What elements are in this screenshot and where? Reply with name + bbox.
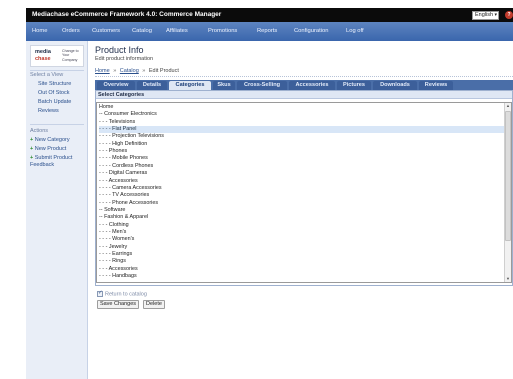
action-submit-product-feedback[interactable]: + Submit Product Feedback bbox=[30, 155, 86, 168]
category-option[interactable]: - - - - Flat Panel bbox=[99, 126, 504, 134]
language-select[interactable]: English ▾ bbox=[472, 11, 499, 20]
checkmark-icon: ✓ bbox=[98, 290, 103, 296]
breadcrumb-home[interactable]: Home bbox=[95, 68, 110, 74]
action-new-category[interactable]: + New Category bbox=[30, 137, 70, 144]
panel-title: Select Categories bbox=[96, 91, 512, 99]
category-option[interactable]: -- Consumer Electronics bbox=[99, 111, 504, 118]
category-option[interactable]: - - - - Camera Accessories bbox=[99, 185, 504, 192]
nav-orders[interactable]: Orders bbox=[62, 28, 80, 34]
category-option[interactable]: - - - - Men's bbox=[99, 229, 504, 236]
nav-customers[interactable]: Customers bbox=[92, 28, 120, 34]
nav-catalog[interactable]: Catalog bbox=[132, 28, 152, 34]
app-header: Mediachase eCommerce Framework 4.0: Comm… bbox=[26, 8, 513, 22]
tab-pictures[interactable]: Pictures bbox=[337, 81, 371, 90]
main-content: Product Info Edit product information Ho… bbox=[89, 41, 513, 379]
category-option[interactable]: -- Software bbox=[99, 207, 504, 214]
listbox-scrollbar[interactable]: ▲ ▼ bbox=[504, 103, 511, 282]
nav-reports[interactable]: Reports bbox=[257, 28, 277, 34]
nav-promotions[interactable]: Promotions bbox=[208, 28, 237, 34]
return-to-catalog[interactable]: ✓ Return to catalog bbox=[97, 290, 147, 298]
tab-cross-selling[interactable]: Cross-Selling bbox=[237, 81, 287, 90]
category-option[interactable]: - - - - Rings bbox=[99, 258, 504, 265]
scroll-up-icon[interactable]: ▲ bbox=[505, 103, 511, 109]
category-option[interactable]: Home bbox=[99, 104, 504, 111]
breadcrumb-separator: » bbox=[142, 68, 146, 74]
actions-heading: Actions bbox=[30, 128, 49, 134]
tab-categories[interactable]: Categories bbox=[169, 81, 211, 90]
logo-word-media: media bbox=[35, 49, 51, 55]
sidebar-divider bbox=[30, 70, 84, 71]
category-option[interactable]: - - - Clothing bbox=[99, 222, 504, 229]
category-option[interactable]: -- Fashion & Apparel bbox=[99, 214, 504, 221]
tab-accessories[interactable]: Accessories bbox=[289, 81, 335, 90]
category-option[interactable]: - - - Accessories bbox=[99, 178, 504, 185]
header-divider bbox=[95, 76, 513, 77]
category-option[interactable]: - - - - High Definition bbox=[99, 141, 504, 148]
breadcrumb-current: Edit Product bbox=[148, 68, 179, 74]
main-navigation: Home Orders Customers Catalog Affiliates… bbox=[26, 22, 513, 41]
sidebar-item-batch-update[interactable]: Batch Update bbox=[38, 99, 71, 105]
category-option[interactable]: - - - - Earrings bbox=[99, 251, 504, 258]
page-subtitle: Edit product information bbox=[95, 56, 154, 62]
category-option[interactable]: - - - - Cordless Phones bbox=[99, 163, 504, 170]
category-option[interactable]: - - - - Phone Accessories bbox=[99, 200, 504, 207]
page-title: Product Info bbox=[95, 45, 144, 55]
return-label: Return to catalog bbox=[105, 291, 147, 298]
company-logo: media chase Change to Your Company bbox=[30, 45, 84, 67]
tab-skus[interactable]: Skus bbox=[213, 81, 235, 90]
tab-reviews[interactable]: Reviews bbox=[419, 81, 453, 90]
plus-icon: + bbox=[30, 137, 34, 143]
tab-bar: Overview Details Categories Skus Cross-S… bbox=[95, 80, 513, 90]
logo-word-chase: chase bbox=[35, 56, 51, 62]
breadcrumb-separator: » bbox=[113, 68, 117, 74]
view-heading: Select a View bbox=[30, 72, 64, 78]
return-checkbox[interactable]: ✓ bbox=[97, 290, 103, 297]
category-option[interactable]: - - - - TV Accessories bbox=[99, 192, 504, 199]
category-option[interactable]: - - - Jewelry bbox=[99, 244, 504, 251]
breadcrumb: Home » Catalog » Edit Product bbox=[95, 68, 179, 74]
plus-icon: + bbox=[30, 146, 34, 152]
nav-log-off[interactable]: Log off bbox=[346, 28, 364, 34]
category-option[interactable]: - - - Accessories bbox=[99, 266, 504, 273]
nav-configuration[interactable]: Configuration bbox=[294, 28, 328, 34]
category-option[interactable]: - - - Phones bbox=[99, 148, 504, 155]
action-new-product[interactable]: + New Product bbox=[30, 146, 66, 153]
categories-listbox[interactable]: Home -- Consumer Electronics - - - Televis… bbox=[96, 102, 512, 283]
category-option[interactable]: - - - - Handbags bbox=[99, 273, 504, 280]
tab-overview[interactable]: Overview bbox=[97, 81, 135, 90]
nav-affiliates[interactable]: Affiliates bbox=[166, 28, 188, 34]
app-title: Mediachase eCommerce Framework 4.0: Comm… bbox=[32, 11, 222, 18]
category-option[interactable]: - - - Televisions bbox=[99, 119, 504, 126]
scroll-down-icon[interactable]: ▼ bbox=[505, 276, 511, 282]
logo-caption: Change to Your Company bbox=[62, 49, 79, 62]
sidebar-item-reviews[interactable]: Reviews bbox=[38, 108, 59, 114]
nav-home[interactable]: Home bbox=[32, 28, 47, 34]
sidebar-divider bbox=[30, 124, 84, 125]
category-option[interactable]: - - - - Mobile Phones bbox=[99, 155, 504, 162]
delete-button[interactable]: Delete bbox=[143, 300, 165, 309]
category-option[interactable]: - - - - Women's bbox=[99, 236, 504, 243]
breadcrumb-catalog[interactable]: Catalog bbox=[120, 68, 139, 74]
sidebar: media chase Change to Your Company Selec… bbox=[26, 41, 88, 379]
sidebar-item-site-structure[interactable]: Site Structure bbox=[38, 81, 71, 87]
tab-details[interactable]: Details bbox=[137, 81, 167, 90]
tab-downloads[interactable]: Downloads bbox=[373, 81, 417, 90]
category-option[interactable]: - - - Digital Cameras bbox=[99, 170, 504, 177]
help-icon[interactable]: ? bbox=[505, 11, 513, 19]
plus-icon: + bbox=[30, 155, 34, 161]
save-changes-button[interactable]: Save Changes bbox=[97, 300, 139, 309]
scrollbar-thumb[interactable] bbox=[505, 111, 511, 241]
language-value: English bbox=[475, 12, 494, 18]
category-option[interactable]: - - - - Projection Televisions bbox=[99, 133, 504, 140]
sidebar-item-out-of-stock[interactable]: Out Of Stock bbox=[38, 90, 69, 96]
chevron-down-icon: ▾ bbox=[494, 12, 497, 18]
